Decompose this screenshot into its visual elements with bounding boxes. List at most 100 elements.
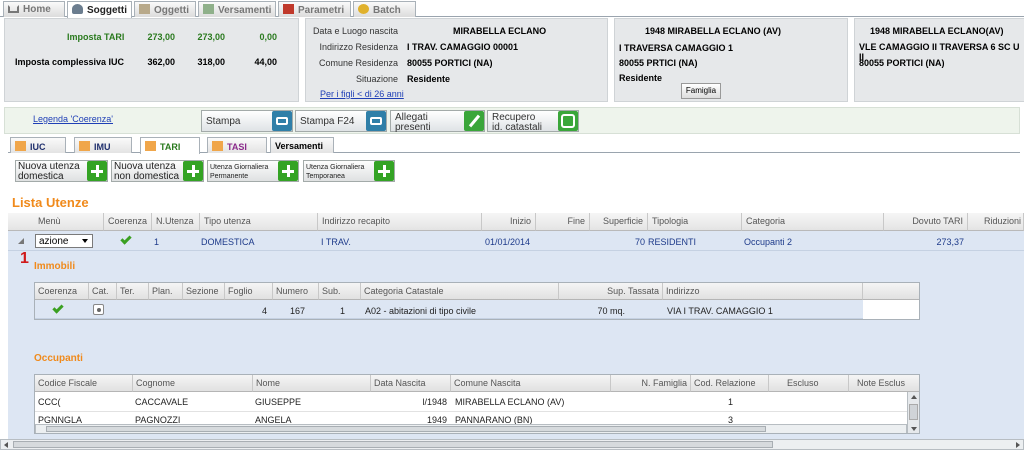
col-indirizzo[interactable]: Indirizzo recapito [318,213,482,231]
occ-col-cf[interactable]: Codice Fiscale [35,375,133,392]
immobile-sub: 1 [339,306,345,316]
utenza-dovuto: 273,37 [936,237,964,247]
scroll-right-icon[interactable] [1016,442,1020,448]
occ-col-famiglia[interactable]: N. Famiglia [611,375,691,392]
imm-col-ter[interactable]: Ter. [117,283,149,300]
scroll-left-icon[interactable] [4,442,8,448]
col-coerenza[interactable]: Coerenza [104,213,152,231]
imm-col-sup[interactable]: Sup. Tassata [559,283,663,300]
azione-select[interactable]: azione [35,234,93,248]
plus-icon [278,161,298,181]
occ-col-cognome[interactable]: Cognome [133,375,253,392]
address-label: Indirizzo Residenza [319,42,398,52]
tari-value-3: 0,00 [259,32,277,42]
pencil-icon [464,111,484,131]
imm-col-indirizzo[interactable]: Indirizzo [663,283,863,300]
tab-versamenti-tari[interactable]: Versamenti [270,137,334,153]
iuc-value-2: 318,00 [197,57,225,67]
new-nondomestic-utenza-button[interactable]: Nuova utenza non domestica [111,160,204,182]
utenza-giornaliera-permanente-button[interactable]: Utenza Giornaliera Permanente [207,160,299,182]
col-nutenza[interactable]: N.Utenza [152,213,200,231]
occ-col-comune[interactable]: Comune Nascita [451,375,611,392]
col-superficie[interactable]: Superficie [590,213,648,231]
imm-col-categoria[interactable]: Categoria Catastale [361,283,559,300]
immobili-grid: Coerenza Cat. Ter. Plan. Sezione Foglio … [34,282,920,320]
occ-col-data[interactable]: Data Nascita [371,375,451,392]
occ-col-nome[interactable]: Nome [253,375,371,392]
col-fine[interactable]: Fine [536,213,590,231]
family-line-2: I TRAVERSA CAMAGGIO 1 [619,43,734,53]
utenza-number: 1 [154,237,160,247]
plus-icon [87,161,107,181]
immobile-categoria: A02 - abitazioni di tipo civile [365,306,477,316]
cat-icon [93,304,104,315]
stampa-f24-button[interactable]: Stampa F24 [295,110,387,132]
tab-tasi[interactable]: TASI [207,137,267,153]
col-categoria[interactable]: Categoria [742,213,884,231]
tab-iuc[interactable]: IUC [10,137,66,153]
scroll-down-icon[interactable] [911,427,917,431]
utenza-giornaliera-temporanea-button[interactable]: Utenza Giornaliera Temporanea [303,160,395,182]
occ-col-note[interactable]: Note Esclus [849,375,919,392]
hscroll-thumb[interactable] [46,426,766,432]
tax-tab-bar: IUC IMU TARI TASI Versamenti [8,137,1020,154]
imm-col-sub[interactable]: Sub. [319,283,361,300]
imm-col-scroll [907,283,919,300]
occupanti-vscrollbar[interactable] [907,392,919,433]
immobile-check-icon [52,302,64,314]
immobile-foglio: 4 [261,306,267,316]
occupanti-hscrollbar[interactable] [35,424,907,433]
tab-soggetti[interactable]: Soggetti [67,1,132,18]
imm-col-sezione[interactable]: Sezione [183,283,225,300]
tab-imu[interactable]: IMU [74,137,132,153]
children-link[interactable]: Per i figli < di 26 anni [320,89,404,99]
tab-oggetti[interactable]: Oggetti [134,1,196,17]
family-line-1: 1948 MIRABELLA ECLANO (AV) [645,26,782,36]
new-domestic-utenza-button[interactable]: Nuova utenza domestica [15,160,108,182]
subject-info-panel: Data e Luogo nascita MIRABELLA ECLANO In… [305,18,608,102]
occ-col-relazione[interactable]: Cod. Relazione [691,375,769,392]
home-icon [8,5,19,13]
page-hscroll-thumb[interactable] [13,441,773,448]
col-riduzioni[interactable]: Riduzioni [968,213,1024,231]
legend-link[interactable]: Legenda 'Coerenza' [33,114,113,124]
imm-col-plan[interactable]: Plan. [149,283,183,300]
page-hscrollbar[interactable] [0,439,1024,450]
utenza-indirizzo: I TRAV. [321,237,351,247]
occ-col-escluso[interactable]: Escluso [769,375,849,392]
status-value: Residente [407,74,451,84]
stampa-button[interactable]: Stampa [201,110,293,132]
utenza-categoria: Occupanti 2 [744,237,793,247]
birth-value: MIRABELLA ECLANO [453,26,547,36]
col-tipo-utenza[interactable]: Tipo utenza [200,213,318,231]
imm-col-foglio[interactable]: Foglio [225,283,273,300]
tab-tari[interactable]: TARI [140,137,200,154]
immobile-sup: 70 mq. [597,306,625,316]
allegati-button[interactable]: Allegati presenti [390,110,485,133]
scroll-up-icon[interactable] [911,395,917,399]
city-label: Comune Residenza [318,58,398,68]
tab-home[interactable]: Home [3,1,65,17]
utenza-superficie: 70 [634,237,645,247]
family-panel: 1948 MIRABELLA ECLANO (AV) I TRAVERSA CA… [614,18,848,102]
address-value: I TRAV. CAMAGGIO 00001 [407,42,519,52]
imm-col-numero[interactable]: Numero [273,283,319,300]
imm-col-cat[interactable]: Cat. [89,283,117,300]
imm-col-coerenza[interactable]: Coerenza [35,283,89,300]
calendar-icon [79,141,90,151]
tari-value-1: 273,00 [147,32,175,42]
scroll-thumb[interactable] [909,404,918,420]
recupero-button[interactable]: Recupero id. catastali [487,110,579,133]
col-dovuto-tari[interactable]: Dovuto TARI [884,213,968,231]
tab-parametri[interactable]: Parametri [278,1,351,17]
collapse-icon[interactable] [18,238,24,244]
col-inizio[interactable]: Inizio [482,213,536,231]
famiglia-button[interactable]: Famiglia [681,83,721,99]
col-menu[interactable]: Menù [8,213,104,231]
tab-versamenti[interactable]: Versamenti [198,1,276,17]
plus-icon [374,161,394,181]
col-tipologia[interactable]: Tipologia [648,213,742,231]
iuc-label: Imposta complessiva IUC [15,57,125,67]
building-icon [139,4,150,14]
tab-batch[interactable]: Batch [353,1,416,17]
